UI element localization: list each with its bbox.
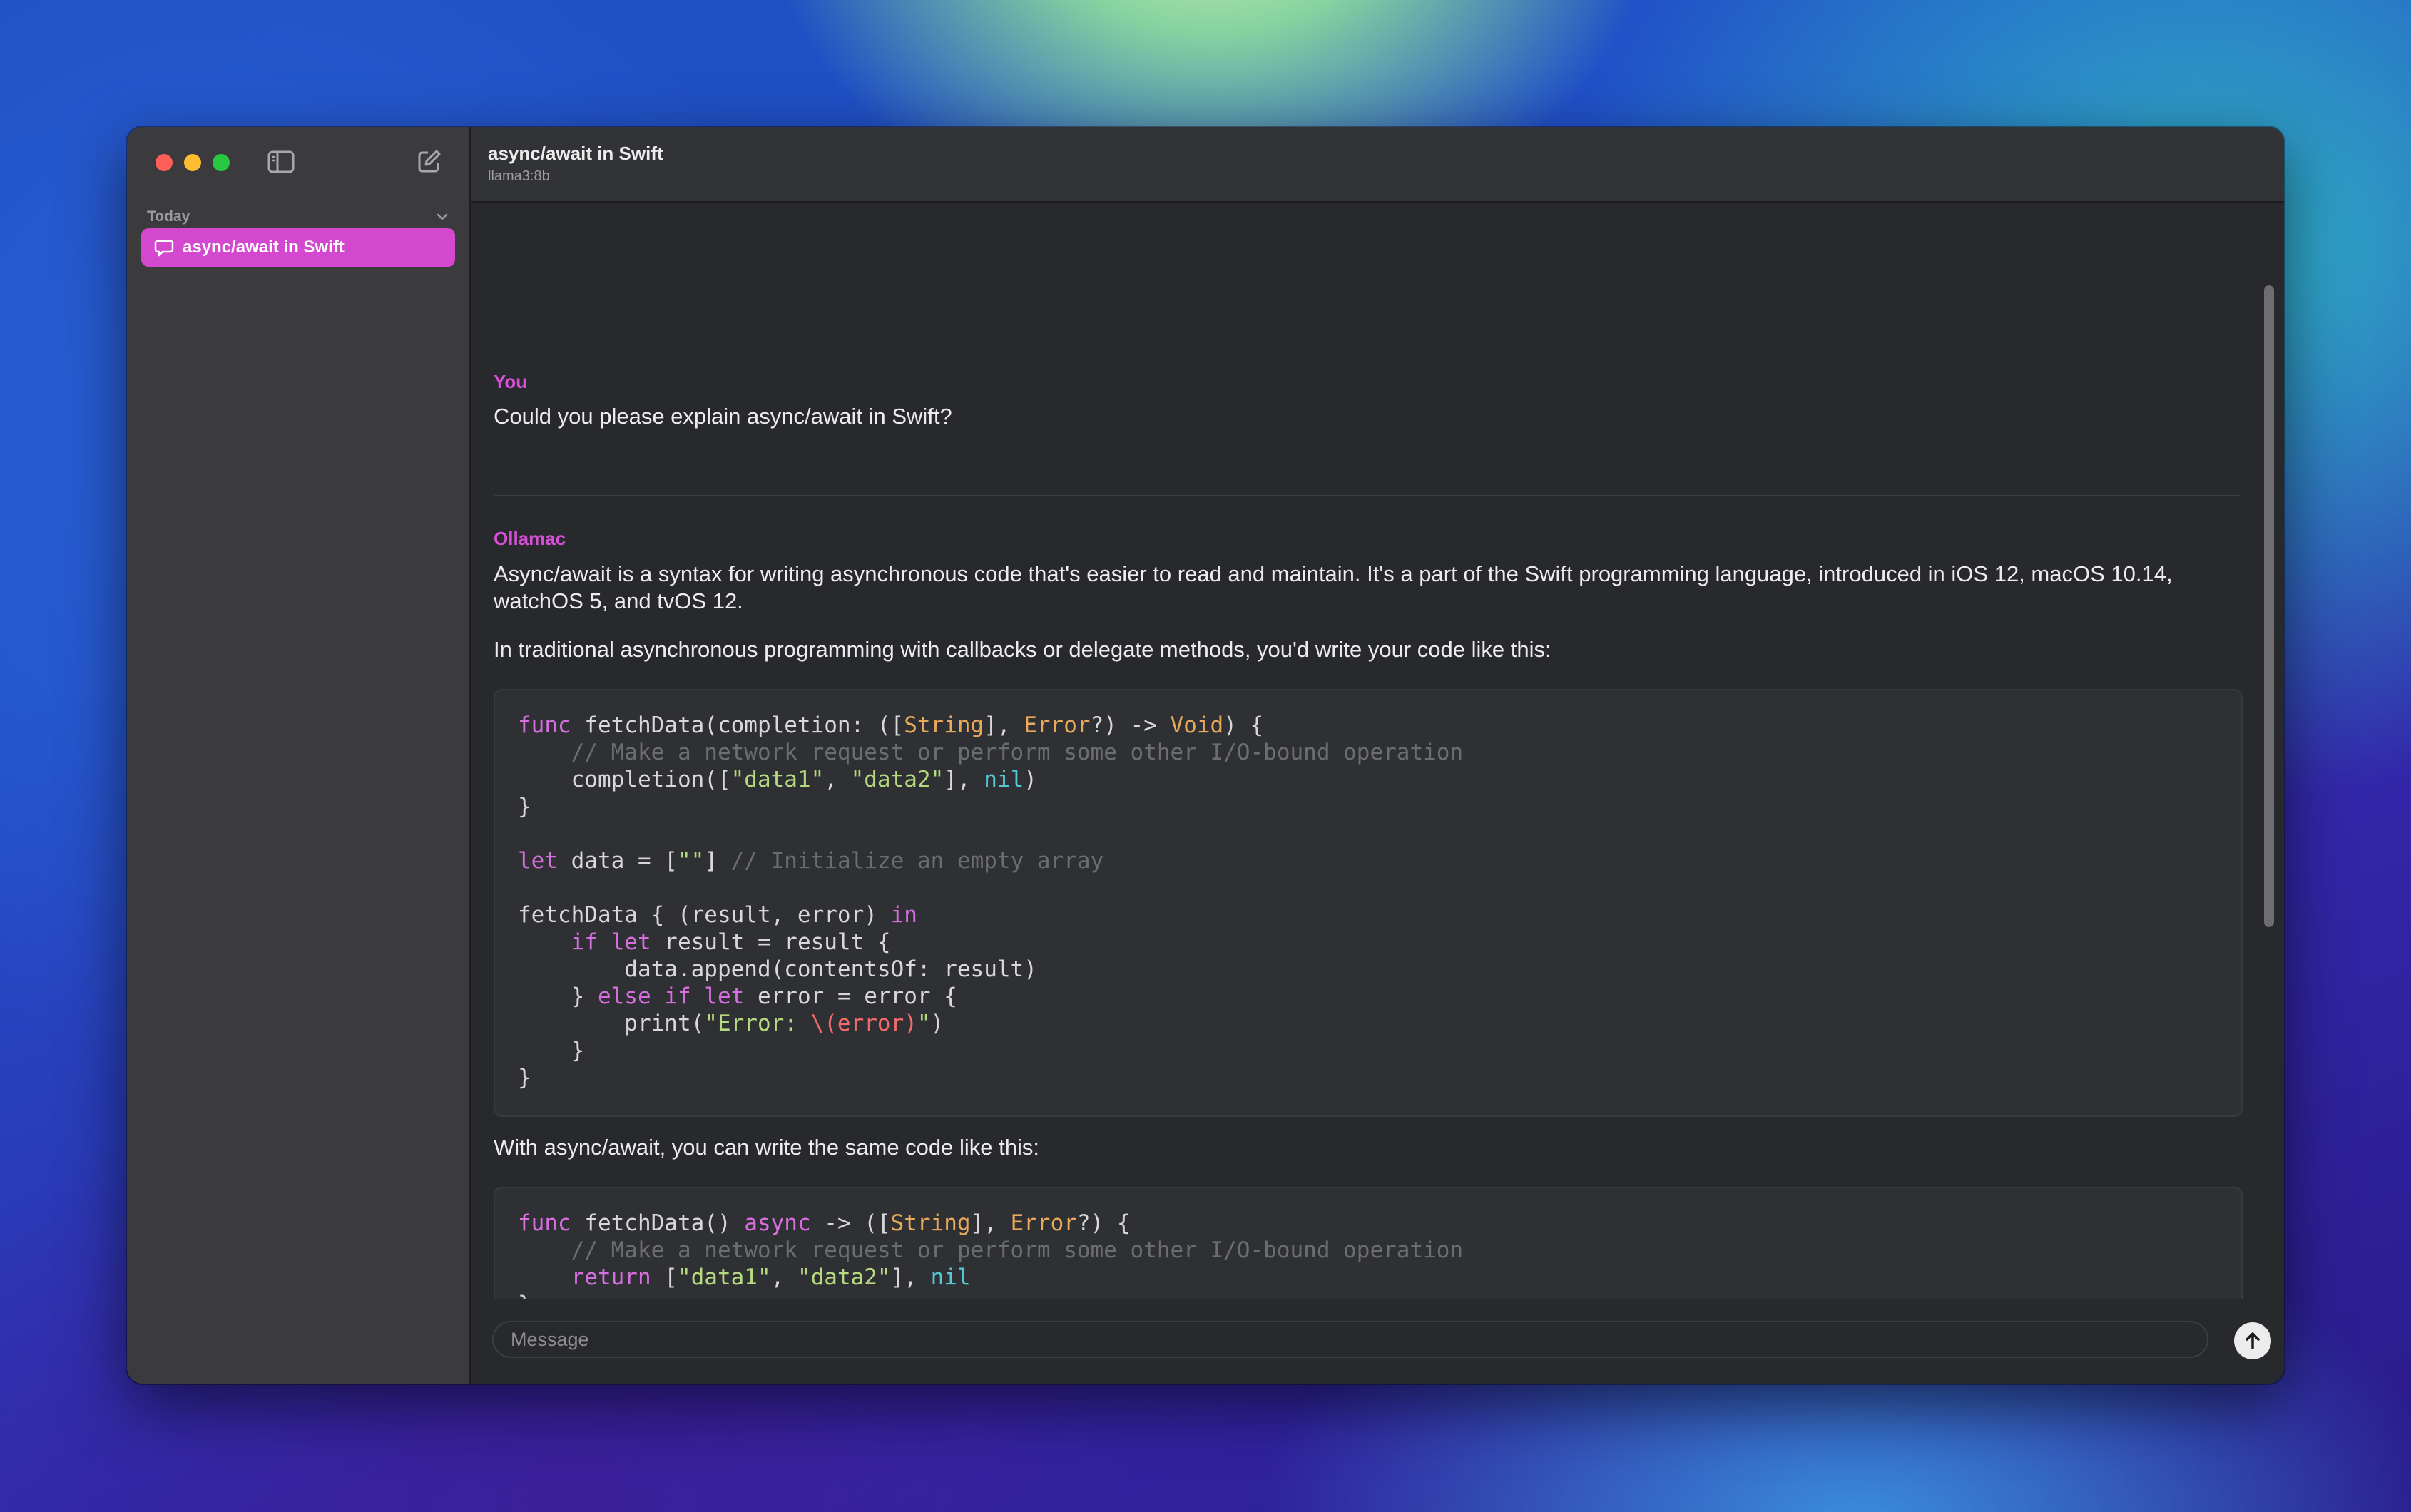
message-divider xyxy=(494,495,2240,496)
traffic-lights xyxy=(156,154,230,171)
code-token: func xyxy=(518,1210,571,1236)
section-header-today[interactable]: Today xyxy=(147,204,449,230)
message-input[interactable] xyxy=(492,1321,2208,1358)
chat-bubble-icon xyxy=(154,240,174,257)
code-token: \(error) xyxy=(810,1011,917,1036)
code-token: fetchData { (result, error) xyxy=(518,902,891,928)
code-token: print( xyxy=(518,1011,705,1036)
assistant-paragraph: In traditional asynchronous programming … xyxy=(494,637,1551,662)
code-token: ?) { xyxy=(1076,1210,1131,1236)
code-token: "data1" xyxy=(677,1265,771,1290)
sender-name: Ollamac xyxy=(494,528,566,549)
code-token: "data1" xyxy=(730,767,825,792)
code-token: } xyxy=(518,794,531,819)
code-content: func fetchData(completion: ([String], Er… xyxy=(495,690,2241,1113)
minimize-button[interactable] xyxy=(184,154,201,171)
code-token: , xyxy=(824,767,851,792)
code-token: error = error { xyxy=(744,984,957,1009)
code-token: // Make a network request or perform som… xyxy=(571,1237,1464,1263)
code-token: ) xyxy=(1024,767,1037,792)
code-token: ], xyxy=(970,1210,1011,1236)
code-token: func xyxy=(518,712,571,738)
close-button[interactable] xyxy=(156,154,173,171)
code-token: // Make a network request or perform som… xyxy=(571,740,1464,765)
code-token: let xyxy=(518,848,558,874)
code-token: nil xyxy=(984,767,1024,792)
code-token: ], xyxy=(984,712,1024,738)
sidebar: Today async/await in Swift xyxy=(127,127,471,1384)
code-token: if let xyxy=(571,929,651,955)
code-token: Error xyxy=(1010,1210,1077,1236)
code-token: Error xyxy=(1024,712,1091,738)
code-token: String xyxy=(890,1210,971,1236)
scrollbar[interactable] xyxy=(2264,285,2274,927)
code-token: completion([ xyxy=(518,767,731,792)
message-text: Could you please explain async/await in … xyxy=(494,404,952,429)
code-token: Void xyxy=(1170,712,1224,738)
section-title: Today xyxy=(147,208,190,225)
code-token: } xyxy=(518,1065,531,1090)
code-token: "Error: xyxy=(704,1011,811,1036)
code-block[interactable]: func fetchData(completion: ([String], Er… xyxy=(494,689,2243,1117)
conversation-title: async/await in Swift xyxy=(183,237,345,257)
assistant-paragraph: Async/await is a syntax for writing asyn… xyxy=(494,561,2173,613)
sidebar-toggle-icon[interactable] xyxy=(267,150,295,174)
code-token: fetchData() xyxy=(571,1210,745,1236)
assistant-message: Ollamac xyxy=(494,528,2240,550)
code-token: "data2" xyxy=(850,767,944,792)
chat-title: async/await in Swift xyxy=(488,143,663,164)
code-token: ], xyxy=(944,767,984,792)
composer xyxy=(471,1299,2284,1384)
code-token: "" xyxy=(677,848,705,874)
code-token: return xyxy=(571,1265,651,1290)
code-token: ], xyxy=(890,1265,931,1290)
code-token: } xyxy=(518,984,598,1009)
code-token: ) { xyxy=(1223,712,1264,738)
code-token: String xyxy=(904,712,984,738)
code-token: "data2" xyxy=(797,1265,891,1290)
code-token: [ xyxy=(651,1265,678,1290)
zoom-button[interactable] xyxy=(213,154,230,171)
chat-header: async/await in Swift llama3:8b xyxy=(471,127,2284,203)
code-token: else if let xyxy=(597,984,745,1009)
assistant-paragraph: With async/await, you can write the same… xyxy=(494,1135,1039,1160)
code-token: -> ([ xyxy=(810,1210,891,1236)
code-token: fetchData(completion: ([ xyxy=(571,712,904,738)
sidebar-item-conversation[interactable]: async/await in Swift xyxy=(141,228,455,267)
compose-icon[interactable] xyxy=(417,148,442,174)
code-token: , xyxy=(770,1265,797,1290)
code-token: ) xyxy=(930,1011,944,1036)
code-token: // Initialize an empty array xyxy=(730,848,1104,874)
arrow-up-icon xyxy=(2246,1332,2260,1349)
code-token: ] xyxy=(704,848,731,874)
code-token: in xyxy=(890,902,917,928)
code-token: data.append(contentsOf: result) xyxy=(518,956,1037,982)
code-token: ?) -> xyxy=(1090,712,1171,738)
app-window: Today async/await in Swift async/await i… xyxy=(127,127,2284,1384)
code-token: " xyxy=(917,1011,931,1036)
chevron-down-icon[interactable] xyxy=(435,210,449,224)
code-token: } xyxy=(518,1038,585,1063)
send-button[interactable] xyxy=(2234,1322,2271,1359)
code-token: async xyxy=(744,1210,811,1236)
sender-name: You xyxy=(494,371,528,392)
message-transcript[interactable]: You Could you please explain async/await… xyxy=(471,203,2284,1384)
code-token: nil xyxy=(930,1265,971,1290)
chat-pane: async/await in Swift llama3:8b You Could… xyxy=(471,127,2284,1384)
user-message: You Could you please explain async/await… xyxy=(494,371,2240,430)
code-token: result = result { xyxy=(651,929,891,955)
code-token: data = [ xyxy=(558,848,678,874)
model-name: llama3:8b xyxy=(488,168,550,184)
